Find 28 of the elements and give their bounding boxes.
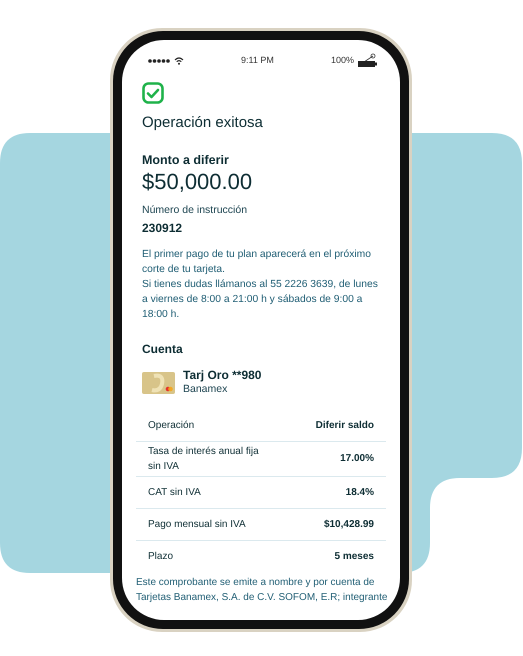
card-name: Tarj Oro **980: [183, 368, 262, 382]
instruction-label: Número de instrucción: [142, 203, 248, 218]
detail-label: Plazo: [148, 550, 174, 564]
detail-value: 18.4%: [346, 486, 374, 500]
detail-value: 17.00%: [340, 452, 374, 466]
battery-icon: [358, 53, 378, 69]
detail-label: Pago mensual sin IVA: [148, 518, 246, 532]
account-heading: Cuenta: [142, 340, 184, 358]
battery-percentage: 100%: [330, 54, 354, 68]
detail-label: Operación: [148, 418, 194, 433]
detail-label: Tasa de interés anual fija sin IVA: [148, 444, 260, 474]
detail-value: 5 meses: [334, 550, 374, 564]
card-bank: Banamex: [183, 382, 228, 398]
detail-value: Diferir saldo: [316, 418, 374, 433]
status-time: 9:11 PM: [241, 54, 274, 68]
detail-label: CAT sin IVA: [148, 486, 201, 500]
detail-value: $10,428.99: [324, 518, 374, 532]
disclaimer-text: Este comprobante se emite a nombre y por cuenta de Tarjetas Banamex, S.A. de C.V. SOFOM, E.R; integrante: [136, 576, 388, 605]
amount-value: $50,000.00: [142, 168, 254, 195]
info-message: El primer pago de tu plan aparecerá en el próximo corte de tu tarjeta.: [142, 248, 372, 277]
amount-label: Monto a diferir: [142, 152, 230, 168]
wifi-icon: [174, 57, 184, 65]
signal-icon: [148, 59, 170, 63]
info-message: Si tienes dudas llámanos al 55 2226 3639, de lunes a viernes de 8:00 a 21:00 h y sábados de 9:00 a 18:00 h.: [142, 278, 379, 322]
instruction-number: 230912: [142, 220, 184, 237]
success-check-icon: [142, 82, 164, 104]
card-icon: [142, 372, 175, 394]
page-title: Operación exitosa: [142, 113, 264, 133]
